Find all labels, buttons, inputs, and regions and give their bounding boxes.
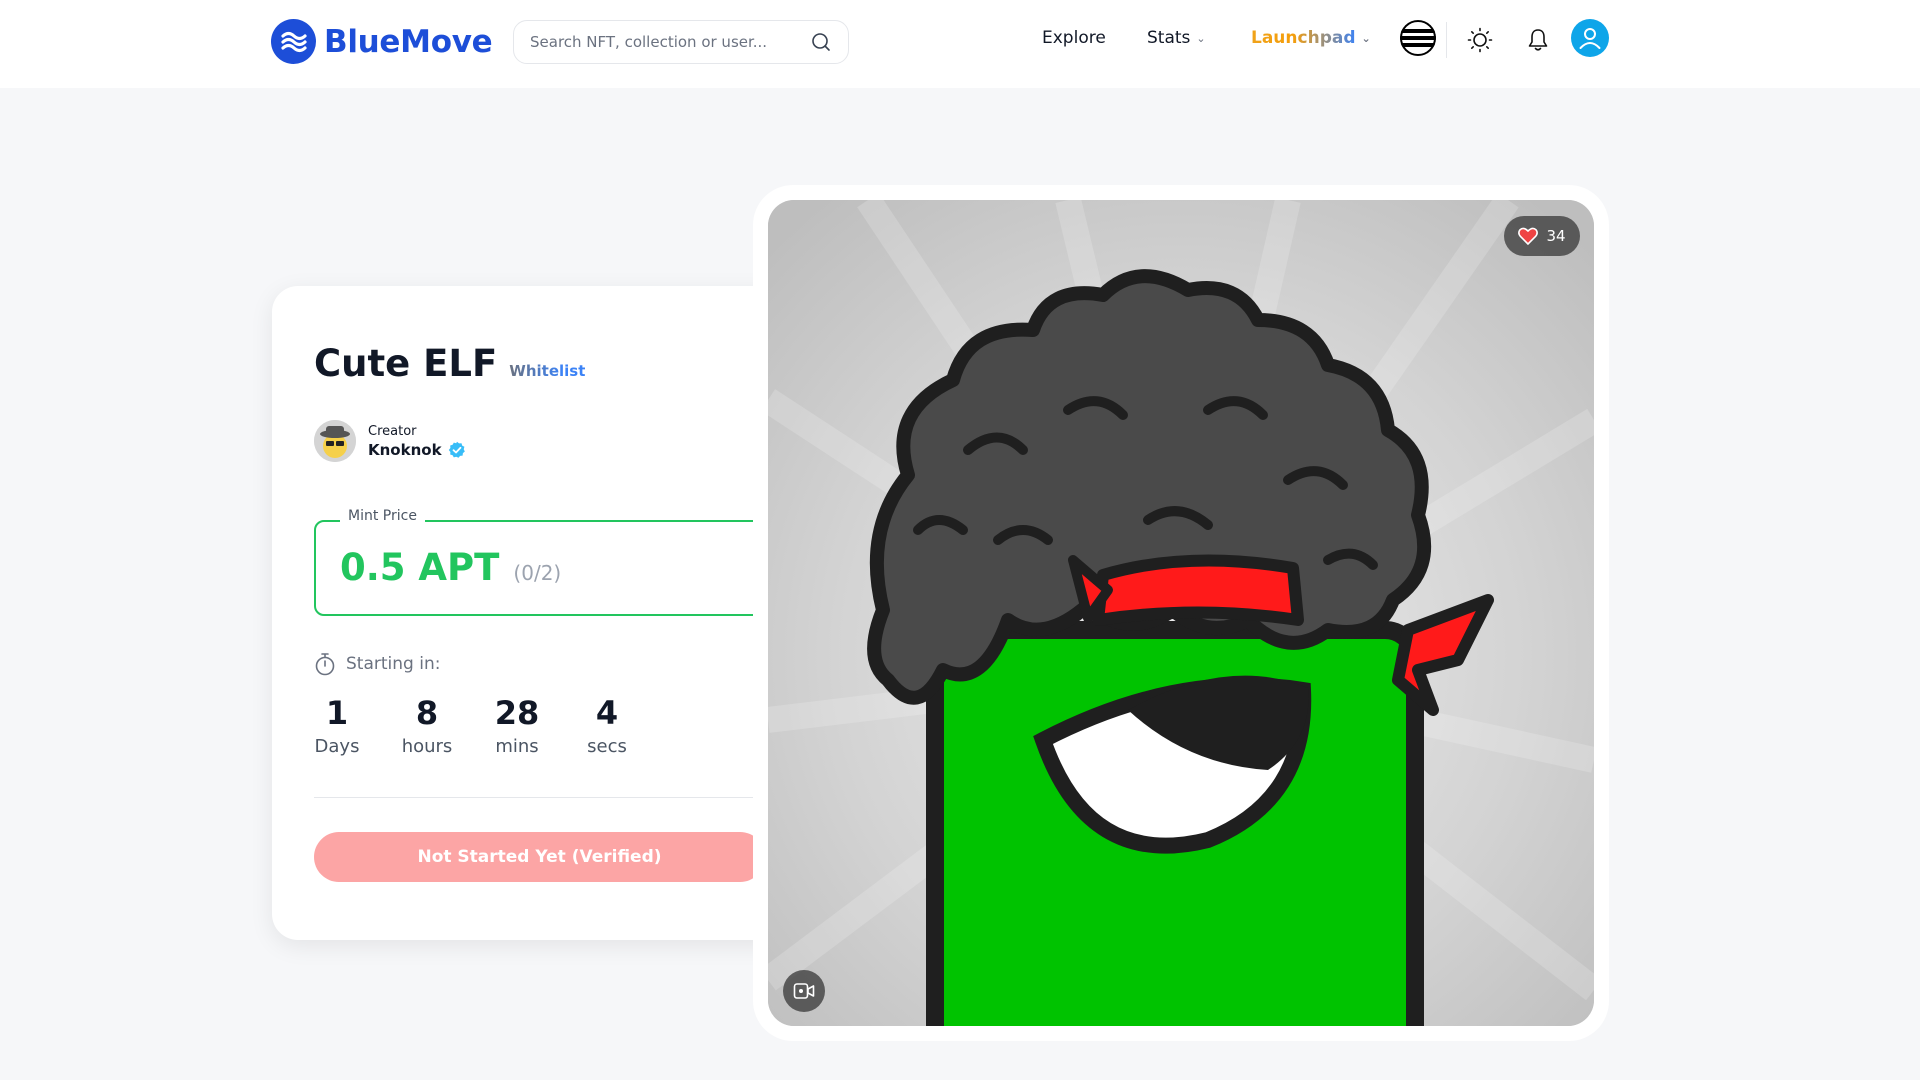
mint-price-box: Mint Price 0.5 APT (0/2)	[314, 508, 765, 616]
aptos-network-button[interactable]	[1400, 20, 1436, 56]
mint-info-card: Cute ELF Whitelist Creator Knoknok Mint …	[272, 286, 807, 940]
mint-count: (0/2)	[513, 561, 562, 585]
like-button[interactable]: 34	[1504, 216, 1580, 256]
mint-status-button[interactable]: Not Started Yet (Verified)	[314, 832, 765, 882]
card-divider	[314, 797, 765, 798]
top-header: BlueMove Explore Stats ⌄ Launchpad ⌄	[0, 0, 1920, 88]
countdown-mins-label: mins	[495, 736, 539, 757]
stopwatch-icon	[315, 653, 335, 676]
nav-launchpad-label: Launchpad	[1251, 28, 1356, 48]
nav-stats-label: Stats	[1147, 28, 1191, 48]
creator-avatar[interactable]	[314, 420, 356, 462]
nav-stats[interactable]: Stats ⌄	[1147, 28, 1206, 48]
search-icon[interactable]	[810, 31, 832, 53]
countdown-days-value: 1	[325, 694, 349, 732]
countdown-hours-label: hours	[401, 736, 453, 757]
countdown-secs: 4 secs	[584, 694, 630, 757]
notifications-button[interactable]	[1522, 24, 1554, 56]
starting-in: Starting in:	[314, 652, 440, 676]
heart-icon	[1518, 227, 1539, 245]
nav-explore[interactable]: Explore	[1042, 28, 1106, 48]
countdown-secs-value: 4	[595, 694, 619, 732]
mint-price-value: 0.5 APT (0/2)	[340, 546, 561, 589]
user-icon	[1579, 28, 1601, 49]
header-divider	[1446, 22, 1447, 58]
creator-name[interactable]: Knoknok	[368, 441, 442, 459]
like-count: 34	[1546, 227, 1566, 245]
creator-info[interactable]: Creator Knoknok	[314, 420, 466, 462]
nft-artwork	[768, 200, 1594, 1026]
title-row: Cute ELF Whitelist	[314, 342, 585, 385]
theme-toggle-button[interactable]	[1464, 24, 1496, 56]
bluemove-logo-icon	[271, 19, 316, 64]
phase-badge: Whitelist	[509, 362, 586, 380]
countdown-days-label: Days	[314, 736, 360, 757]
video-icon	[793, 983, 815, 999]
user-account-button[interactable]	[1571, 19, 1609, 57]
countdown-secs-label: secs	[587, 736, 627, 757]
starting-in-label: Starting in:	[346, 654, 441, 674]
mint-price-label: Mint Price	[340, 508, 425, 524]
aptos-icon	[1400, 20, 1436, 56]
countdown-mins-value: 28	[494, 694, 540, 732]
collection-title: Cute ELF	[314, 342, 498, 385]
countdown-hours: 8 hours	[401, 694, 453, 757]
brand-logo[interactable]: BlueMove	[271, 19, 493, 64]
sun-icon	[1467, 27, 1493, 53]
nav-launchpad[interactable]: Launchpad ⌄	[1251, 28, 1371, 48]
mint-price-amount: 0.5 APT	[340, 546, 500, 589]
verified-badge-icon	[448, 441, 465, 458]
creator-label: Creator	[368, 423, 417, 439]
countdown-hours-value: 8	[415, 694, 439, 732]
chevron-down-icon: ⌄	[1196, 31, 1206, 45]
countdown-mins: 28 mins	[494, 694, 540, 757]
countdown-timer: 1 Days 8 hours 28 mins 4 secs	[314, 694, 674, 757]
bell-icon	[1528, 29, 1548, 51]
creator-meta: Creator Knoknok	[368, 424, 466, 459]
brand-name: BlueMove	[324, 23, 493, 60]
chevron-down-icon: ⌄	[1361, 31, 1371, 45]
nav-explore-label: Explore	[1042, 28, 1106, 48]
search-input[interactable]	[530, 33, 810, 51]
countdown-days: 1 Days	[314, 694, 360, 757]
media-toggle-button[interactable]	[783, 970, 825, 1012]
search-box	[513, 20, 849, 64]
cute-elf-artwork	[768, 200, 1594, 1026]
creator-name-row: Knoknok	[368, 441, 466, 459]
